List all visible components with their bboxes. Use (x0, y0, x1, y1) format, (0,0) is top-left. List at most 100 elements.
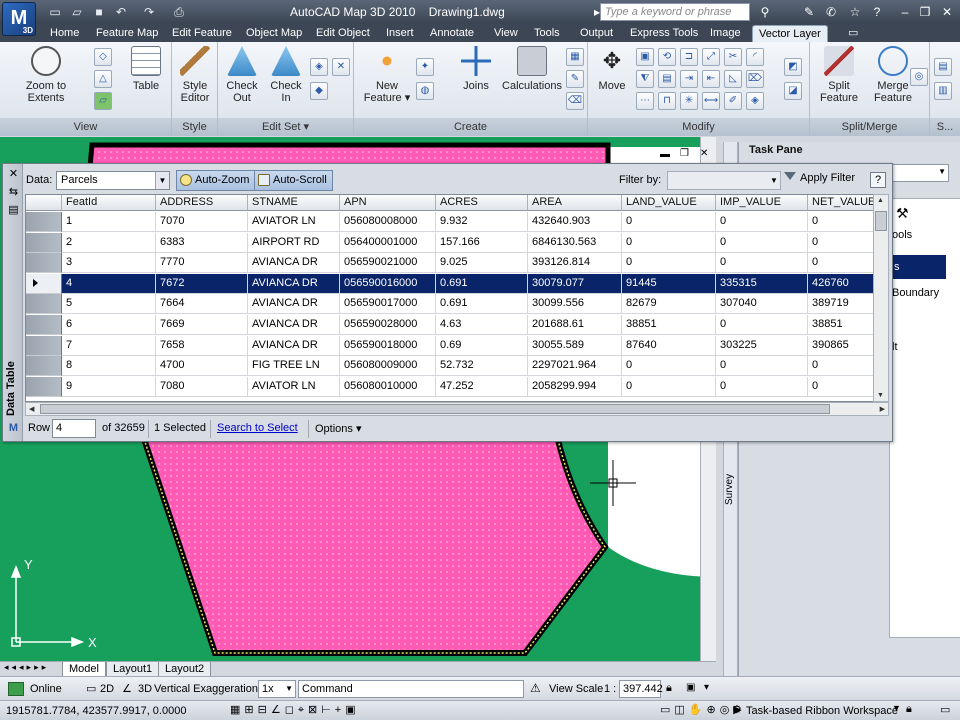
table-cell[interactable]: AVIANCA DR (248, 253, 340, 274)
view-3d-button[interactable]: 3D (138, 681, 152, 697)
table-cell[interactable]: 3 (62, 253, 156, 274)
table-cell[interactable]: 056080010000 (340, 376, 436, 397)
joins-button[interactable]: Joins (454, 46, 498, 92)
create-tool-3-icon[interactable]: ⌫ (566, 92, 584, 110)
edit-set-remove-icon[interactable]: ✕ (332, 58, 350, 76)
edit-set-add-icon[interactable]: ◈ (310, 58, 328, 76)
row-header[interactable] (26, 273, 62, 294)
save-icon[interactable]: ■ (90, 4, 108, 20)
table-cell[interactable]: 7070 (156, 212, 248, 232)
table-button[interactable]: Table (124, 46, 168, 92)
help-icon[interactable]: ? (868, 4, 886, 20)
tab-image[interactable]: Image (704, 25, 747, 42)
data-table-properties-icon[interactable]: ▤ (7, 204, 20, 217)
table-cell[interactable]: 9.025 (436, 253, 528, 274)
table-cell[interactable]: 0 (622, 232, 716, 253)
panel-title-edit-set[interactable]: Edit Set ▾ (218, 118, 353, 136)
edit-set-view-icon[interactable]: ◆ (310, 82, 328, 100)
pedit-icon[interactable]: ◈ (746, 92, 764, 110)
hscroll-thumb[interactable] (40, 404, 830, 414)
scroll-left-icon[interactable]: ◀ (29, 405, 34, 413)
table-cell[interactable]: 6383 (156, 232, 248, 253)
table-cell[interactable]: 056590016000 (340, 273, 436, 294)
print-icon[interactable]: ⎙ (170, 4, 188, 20)
style-layer-icon[interactable]: △ (94, 70, 112, 88)
table-cell[interactable]: 6 (62, 315, 156, 335)
table-cell[interactable]: 4 (62, 273, 156, 294)
table-cell[interactable]: 0 (716, 315, 808, 335)
task-pane-dropdown[interactable]: ▼ (889, 164, 949, 182)
brush-icon[interactable]: ✐ (724, 92, 742, 110)
table-row[interactable]: 9 7080 AVIATOR LN 056080010000 47.252 2058299… (26, 376, 888, 397)
create-tool-2-icon[interactable]: ✎ (566, 70, 584, 88)
more-tool-1-icon[interactable]: ▤ (934, 58, 952, 76)
move-button[interactable]: ✥ Move (592, 46, 632, 92)
table-row[interactable]: 6 7669 AVIANCA DR 056590028000 4.63 201688.61… (26, 315, 888, 335)
online-status[interactable]: Online (30, 681, 62, 697)
table-cell[interactable]: 7664 (156, 294, 248, 315)
table-cell[interactable]: 1 (62, 212, 156, 232)
style-editor-button[interactable]: Style Editor (174, 46, 216, 104)
table-cell[interactable]: 30079.077 (528, 273, 622, 294)
table-cell[interactable]: 0 (716, 232, 808, 253)
rotate-icon[interactable]: ⟲ (658, 48, 676, 66)
copy-icon[interactable]: ▣ (636, 48, 654, 66)
grid-vertical-scrollbar[interactable]: ▲ ▼ (873, 194, 889, 402)
split-options-icon[interactable]: ◎ (910, 68, 928, 86)
extend-icon[interactable]: ⇤ (702, 70, 720, 88)
table-cell[interactable]: 307040 (716, 294, 808, 315)
table-row[interactable]: 4 7672 AVIANCA DR 056590016000 0.691 30079.07… (26, 273, 888, 294)
auto-scroll-button[interactable]: Auto-Scroll (254, 170, 333, 191)
table-cell[interactable]: 0 (622, 356, 716, 377)
create-tool-1-icon[interactable]: ▦ (566, 48, 584, 66)
chamfer-icon[interactable]: ◺ (724, 70, 742, 88)
table-cell[interactable]: 056590021000 (340, 253, 436, 274)
table-row[interactable]: 7 7658 AVIANCA DR 056590018000 0.69 30055.589… (26, 335, 888, 356)
scroll-down-icon[interactable]: ▼ (877, 392, 884, 399)
statusbar-options-icon[interactable]: ▾ (704, 682, 709, 693)
tab-home[interactable]: Home (44, 25, 85, 42)
workspace-arrow-icon[interactable]: ▼ (892, 703, 901, 713)
table-cell[interactable]: 47.252 (436, 376, 528, 397)
erase-icon[interactable]: ⌦ (746, 70, 764, 88)
scroll-right-icon[interactable]: ▶ (880, 405, 885, 413)
more-tool-2-icon[interactable]: ▥ (934, 82, 952, 100)
table-cell[interactable]: 7 (62, 335, 156, 356)
table-cell[interactable]: 0 (716, 253, 808, 274)
tab-annotate[interactable]: Annotate (424, 25, 480, 42)
stretch-icon[interactable]: ⇥ (680, 70, 698, 88)
tab-layout1[interactable]: Layout1 (106, 662, 160, 677)
table-cell[interactable]: 0 (622, 376, 716, 397)
tab-view[interactable]: View (488, 25, 524, 42)
restore-icon[interactable]: ❐ (916, 4, 934, 20)
row-header[interactable] (26, 335, 62, 356)
table-cell[interactable]: 335315 (716, 273, 808, 294)
join-icon[interactable]: ⊓ (658, 92, 676, 110)
table-cell[interactable]: 056590017000 (340, 294, 436, 315)
table-cell[interactable]: 38851 (622, 315, 716, 335)
data-table-autohide-icon[interactable]: ⇆ (7, 186, 20, 199)
table-cell[interactable]: 30099.556 (528, 294, 622, 315)
table-cell[interactable]: 91445 (622, 273, 716, 294)
undo-icon[interactable]: ↶ (112, 4, 130, 20)
table-cell[interactable]: 2 (62, 232, 156, 253)
break-icon[interactable]: ⋯ (636, 92, 654, 110)
drawing-minimize-icon[interactable]: ▬ (660, 149, 670, 160)
split-feature-button[interactable]: Split Feature (814, 46, 864, 104)
fillet-icon[interactable]: ◜ (746, 48, 764, 66)
auto-zoom-button[interactable]: Auto-Zoom (176, 170, 256, 191)
table-cell[interactable]: 9.932 (436, 212, 528, 232)
table-cell[interactable]: 4.63 (436, 315, 528, 335)
command-line[interactable]: Command (298, 680, 524, 698)
table-cell[interactable]: 0 (622, 253, 716, 274)
row-header[interactable] (26, 232, 62, 253)
vscroll-thumb[interactable] (875, 211, 887, 231)
column-header-area[interactable]: AREA (528, 195, 622, 211)
scale-icon[interactable]: ⤢ (702, 48, 720, 66)
offset-icon[interactable]: ⊐ (680, 48, 698, 66)
table-cell[interactable]: 7770 (156, 253, 248, 274)
lock-icon[interactable]: 🔒︎ (666, 682, 672, 695)
table-cell[interactable]: AVIANCA DR (248, 335, 340, 356)
table-cell[interactable]: 0 (716, 212, 808, 232)
data-table-close-icon[interactable]: ✕ (7, 168, 20, 181)
